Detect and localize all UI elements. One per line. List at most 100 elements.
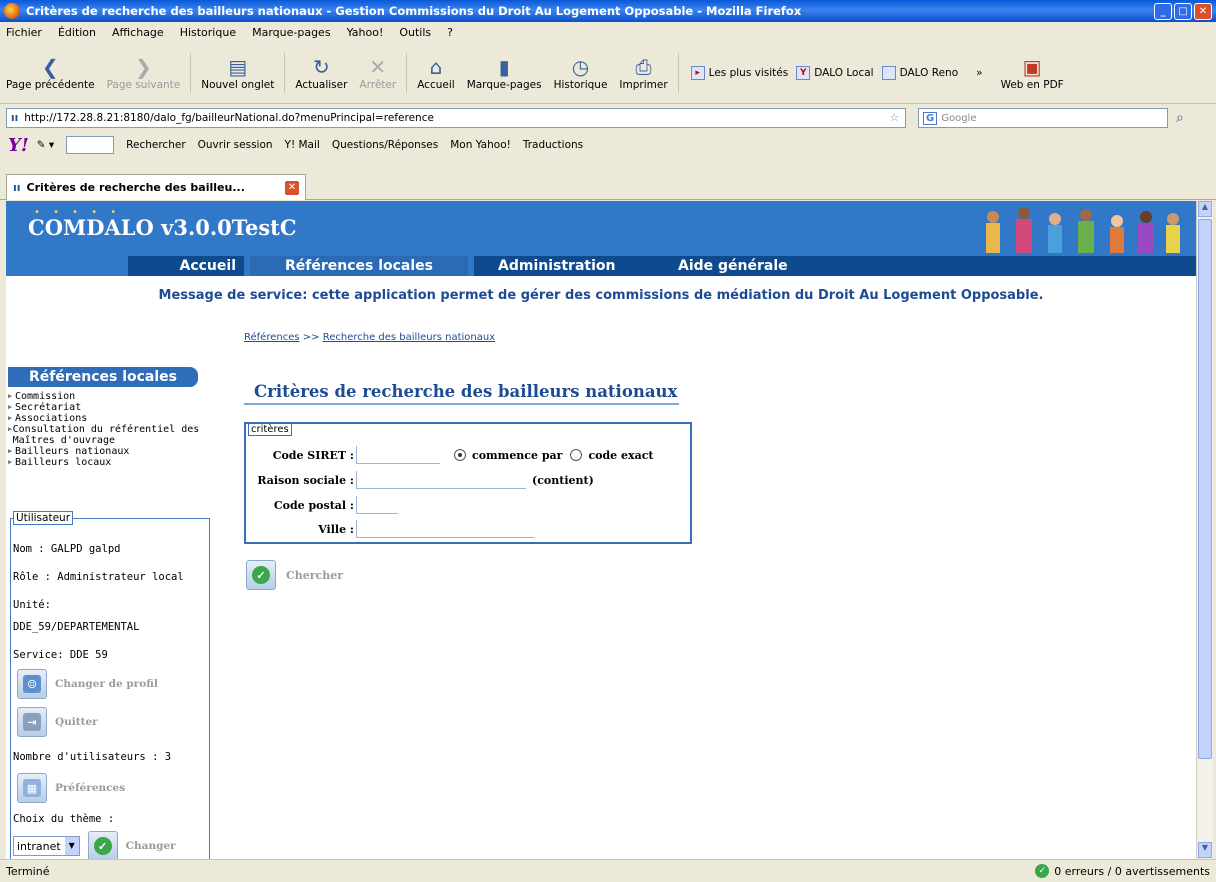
change-profile-button[interactable]: ☺ Changer de profil <box>17 669 158 699</box>
sidebar-item-secretariat[interactable]: ▶ Secrétariat <box>8 402 208 413</box>
scroll-up-icon[interactable]: ▲ <box>1198 201 1212 217</box>
yahoo-logo-icon[interactable]: Y! <box>8 135 29 156</box>
scroll-down-icon[interactable]: ▼ <box>1198 842 1212 858</box>
user-unit: DDE_59/DEPARTEMENTAL <box>13 621 140 633</box>
url-bar: ıı http://172.28.8.21:8180/dalo_fg/baill… <box>0 105 1216 131</box>
title-bar: Critères de recherche des bailleurs nati… <box>0 0 1216 22</box>
theme-select[interactable]: intranet ▼ <box>13 836 80 856</box>
tab-favicon-icon: ıı <box>13 181 21 194</box>
tab-active[interactable]: ıı Critères de recherche des bailleu... … <box>6 174 306 200</box>
sidebar-item-referentiel[interactable]: ▶ Consultation du référentiel des Maîtres… <box>8 424 208 446</box>
error-count[interactable]: 0 erreurs / 0 avertissements <box>1054 865 1210 878</box>
stop-button[interactable]: ✕ Arrêter <box>353 45 402 101</box>
yahoo-qa-button[interactable]: Questions/Réponses <box>332 139 438 151</box>
sidebar-item-bailleurs-nationaux[interactable]: ▶ Bailleurs nationaux <box>8 446 208 457</box>
yahoo-search-input[interactable] <box>66 136 115 154</box>
bookmark-dalo-local[interactable]: Y DALO Local <box>796 65 874 80</box>
forward-arrow-icon: ❯ <box>135 54 152 79</box>
city-input[interactable] <box>356 520 534 538</box>
google-search-field[interactable]: G Google <box>918 108 1168 128</box>
reload-icon: ↻ <box>313 54 330 79</box>
history-clock-icon: ◷ <box>571 54 590 79</box>
menu-outils[interactable]: Outils <box>399 26 431 39</box>
change-theme-button[interactable]: ✓ Changer <box>87 831 176 859</box>
site-favicon-icon: ıı <box>11 112 19 124</box>
print-button[interactable]: ⎙ Imprimer <box>613 45 673 101</box>
bookmarks-button[interactable]: ▮ Marque-pages <box>461 45 548 101</box>
menu-historique[interactable]: Historique <box>180 26 236 39</box>
menu-edition[interactable]: Édition <box>58 26 96 39</box>
bookmark-folder-icon: ▸ <box>690 65 705 80</box>
new-tab-button[interactable]: ▤ Nouvel onglet <box>195 45 280 101</box>
sidebar-menu: ▶ Commission ▶ Secrétariat ▶ Associations ▶… <box>8 391 208 468</box>
pencil-icon[interactable]: ✎ ▾ <box>37 139 54 151</box>
star-bookmark-icon[interactable]: ☆ <box>890 112 899 124</box>
history-button[interactable]: ◷ Historique <box>548 45 614 101</box>
postal-code-input[interactable] <box>356 496 398 514</box>
user-profile-icon: ☺ <box>23 675 41 693</box>
tab-aide-generale[interactable]: Aide générale <box>678 256 788 276</box>
exit-icon: ⇥ <box>23 713 41 731</box>
tab-references-locales[interactable]: Références locales <box>250 256 468 276</box>
breadcrumb-current-link[interactable]: Recherche des bailleurs nationaux <box>323 332 495 343</box>
google-engine-icon[interactable]: G <box>923 111 938 125</box>
bookmark-most-visited[interactable]: ▸ Les plus visités <box>690 65 788 80</box>
back-arrow-icon: ❮ <box>41 54 59 79</box>
menu-affichage[interactable]: Affichage <box>112 26 164 39</box>
web-pdf-button[interactable]: ▣ Web en PDF <box>995 45 1070 101</box>
reload-button[interactable]: ↻ Actualiser <box>289 45 353 101</box>
printer-icon: ⎙ <box>635 54 652 79</box>
forward-button[interactable]: ❯ Page suivante <box>101 45 187 101</box>
home-icon: ⌂ <box>429 54 443 79</box>
sidebar-item-commission[interactable]: ▶ Commission <box>8 391 208 402</box>
check-circle-icon: ✓ <box>1035 864 1050 878</box>
bookmarks-overflow-chevron[interactable]: » <box>976 67 982 79</box>
close-tab-icon[interactable]: ✕ <box>285 180 299 195</box>
siret-input[interactable] <box>356 446 440 464</box>
menu-yahoo[interactable]: Yahoo! <box>347 26 384 39</box>
menu-marque-pages[interactable]: Marque-pages <box>252 26 330 39</box>
menu-fichier[interactable]: Fichier <box>6 26 42 39</box>
maximize-button[interactable]: □ <box>1174 2 1192 20</box>
yahoo-toolbar: Y! ✎ ▾ Rechercher Ouvrir session Y! Mail… <box>0 132 1216 158</box>
arrow-right-icon: ▶ <box>8 403 13 411</box>
close-window-button[interactable]: ✕ <box>1194 2 1212 20</box>
yahoo-my-button[interactable]: Mon Yahoo! <box>450 139 511 151</box>
bookmark-dalo-reno[interactable]: DALO Reno <box>881 65 958 80</box>
city-label: Ville : <box>318 522 354 536</box>
quit-button[interactable]: ⇥ Quitter <box>17 707 98 737</box>
app-nav: Accueil Références locales Administratio… <box>6 256 1196 276</box>
preferences-button[interactable]: ▦ Préférences <box>17 773 125 803</box>
minimize-button[interactable]: _ <box>1154 2 1172 20</box>
check-icon: ✓ <box>252 566 270 584</box>
address-field[interactable]: ıı http://172.28.8.21:8180/dalo_fg/baill… <box>6 108 906 128</box>
sidebar-item-bailleurs-locaux[interactable]: ▶ Bailleurs locaux <box>8 457 208 468</box>
raison-sociale-input[interactable] <box>356 471 526 489</box>
app-logo: COMDALO v3.0.0TestC <box>28 215 297 240</box>
yahoo-translate-button[interactable]: Traductions <box>523 139 583 151</box>
scroll-thumb[interactable] <box>1198 219 1212 759</box>
yahoo-session-button[interactable]: Ouvrir session <box>198 139 273 151</box>
exact-code-radio[interactable] <box>570 449 583 461</box>
tab-administration[interactable]: Administration <box>474 256 1196 276</box>
menu-bar: Fichier Édition Affichage Historique Mar… <box>0 22 1216 42</box>
yahoo-mail-button[interactable]: Y! Mail <box>285 139 320 151</box>
people-illustration-icon <box>986 207 1180 253</box>
menu-help[interactable]: ? <box>447 26 453 39</box>
page-icon <box>881 65 896 80</box>
home-button[interactable]: ⌂ Accueil <box>411 45 461 101</box>
search-magnifier-icon[interactable]: ⌕ <box>1176 110 1184 126</box>
starts-with-radio[interactable] <box>454 449 466 461</box>
breadcrumb-references-link[interactable]: Références <box>244 332 300 343</box>
siret-label: Code SIRET : <box>272 448 354 462</box>
breadcrumb: Références >> Recherche des bailleurs na… <box>244 332 496 343</box>
tab-accueil[interactable]: Accueil <box>128 256 244 276</box>
search-button[interactable]: ✓ Chercher <box>246 560 343 590</box>
back-button[interactable]: ❮ Page précédente <box>0 45 101 101</box>
user-count: Nombre d'utilisateurs : 3 <box>13 751 172 763</box>
yahoo-search-button[interactable]: Rechercher <box>126 139 185 151</box>
sidebar-item-associations[interactable]: ▶ Associations <box>8 413 208 424</box>
stop-icon: ✕ <box>369 54 387 79</box>
vertical-scrollbar[interactable]: ▲ ▼ <box>1196 201 1213 859</box>
criteria-fieldset: critères Code SIRET : commence par code … <box>244 422 692 544</box>
